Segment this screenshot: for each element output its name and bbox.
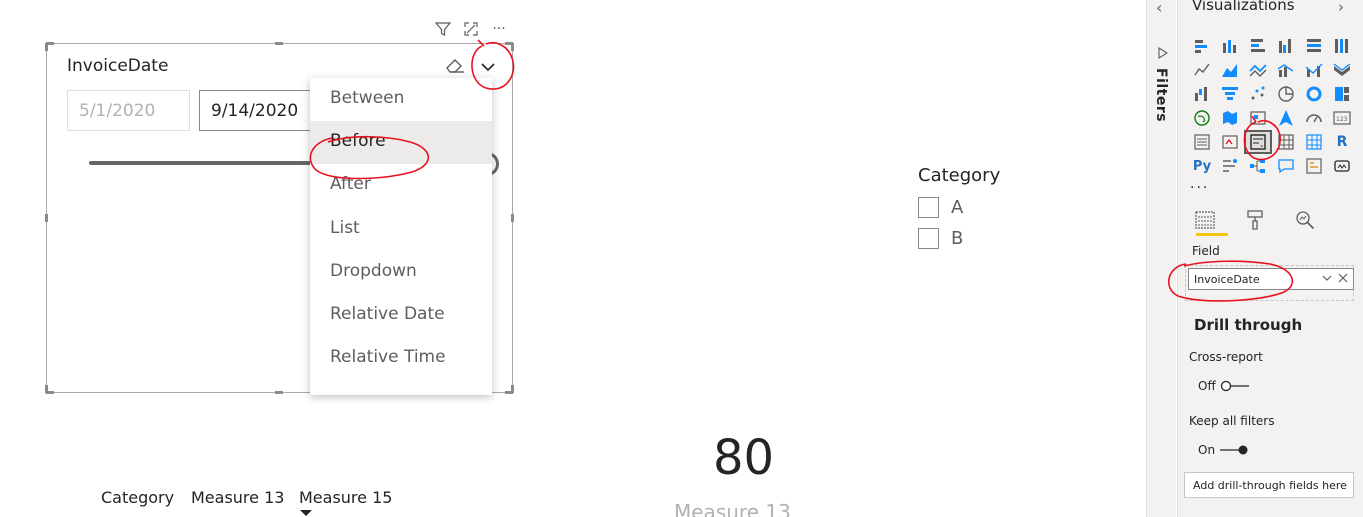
- key-influencers-icon[interactable]: [1216, 154, 1244, 178]
- svg-text:123: 123: [1336, 116, 1348, 123]
- analytics-magnifier-icon[interactable]: [1290, 205, 1320, 235]
- cross-report-toggle[interactable]: Off: [1198, 379, 1250, 393]
- resize-handle[interactable]: [511, 385, 514, 393]
- keep-all-filters-toggle[interactable]: On: [1198, 443, 1249, 457]
- checkbox[interactable]: [918, 228, 939, 249]
- dropdown-option-relative-time[interactable]: Relative Time: [310, 337, 492, 380]
- visualizations-pane: Visualizations › 123 R Py ... Field Invo…: [1167, 0, 1363, 517]
- chevron-down-icon[interactable]: [1321, 272, 1333, 284]
- category-option-a[interactable]: A: [918, 197, 963, 218]
- resize-handle[interactable]: [275, 42, 283, 45]
- report-canvas: ··· InvoiceDate 5/1/2020 9/14/2020 Betwe…: [0, 0, 1146, 517]
- table-header-category[interactable]: Category: [101, 488, 174, 507]
- stacked-column-chart-icon[interactable]: [1216, 34, 1244, 58]
- scatter-chart-icon[interactable]: [1244, 82, 1272, 106]
- slicer-mode-chevron-down-icon[interactable]: [475, 54, 501, 80]
- qa-visual-icon[interactable]: [1272, 154, 1300, 178]
- donut-chart-icon[interactable]: [1300, 82, 1328, 106]
- resize-handle[interactable]: [45, 385, 48, 393]
- line-chart-icon[interactable]: [1188, 58, 1216, 82]
- resize-handle[interactable]: [45, 43, 48, 51]
- end-date-input[interactable]: 9/14/2020: [199, 90, 319, 131]
- resize-handle[interactable]: [511, 43, 514, 51]
- shape-map-icon[interactable]: [1244, 106, 1272, 130]
- stacked-area-chart-icon[interactable]: [1244, 58, 1272, 82]
- visualizations-title: Visualizations: [1192, 0, 1295, 14]
- card-value: 80: [713, 430, 775, 486]
- pie-chart-icon[interactable]: [1272, 82, 1300, 106]
- filled-map-icon[interactable]: [1216, 106, 1244, 130]
- azure-map-icon[interactable]: [1272, 106, 1300, 130]
- focus-mode-icon[interactable]: [462, 20, 480, 38]
- area-chart-icon[interactable]: [1216, 58, 1244, 82]
- slicer-title: InvoiceDate: [67, 56, 169, 76]
- table-icon[interactable]: [1272, 130, 1300, 154]
- resize-handle[interactable]: [275, 391, 283, 394]
- collapse-arrow-icon[interactable]: ‹: [1156, 0, 1162, 17]
- decomposition-tree-icon[interactable]: [1244, 154, 1272, 178]
- dropdown-option-dropdown[interactable]: Dropdown: [310, 251, 492, 294]
- r-script-visual-icon[interactable]: R: [1328, 130, 1356, 154]
- active-tab-underline: [1196, 233, 1228, 236]
- dropdown-option-list[interactable]: List: [310, 208, 492, 251]
- card-icon[interactable]: 123: [1328, 106, 1356, 130]
- toggle-switch-on[interactable]: [1219, 444, 1249, 456]
- ribbon-chart-icon[interactable]: [1328, 58, 1356, 82]
- treemap-icon[interactable]: [1328, 82, 1356, 106]
- filter-funnel-icon: [1158, 44, 1169, 63]
- visual-type-gallery: 123 R Py: [1188, 34, 1356, 178]
- kpi-icon[interactable]: [1216, 130, 1244, 154]
- smart-narrative-icon[interactable]: [1300, 154, 1328, 178]
- fields-tab-icon[interactable]: [1190, 205, 1220, 235]
- sort-descending-icon: [300, 510, 312, 516]
- card-label: Measure 13: [674, 500, 791, 517]
- checkbox[interactable]: [918, 197, 939, 218]
- resize-handle[interactable]: [511, 214, 514, 222]
- field-well-label: Field: [1192, 244, 1220, 258]
- slicer-icon[interactable]: [1244, 130, 1272, 154]
- format-paint-roller-icon[interactable]: [1240, 205, 1270, 235]
- add-drill-through-fields-button[interactable]: Add drill-through fields here: [1184, 472, 1354, 498]
- get-more-visuals-icon[interactable]: ...: [1190, 176, 1209, 192]
- eraser-icon[interactable]: [444, 56, 466, 80]
- field-chip-invoicedate[interactable]: InvoiceDate: [1188, 268, 1354, 290]
- multi-row-card-icon[interactable]: [1188, 130, 1216, 154]
- matrix-icon[interactable]: [1300, 130, 1328, 154]
- dropdown-option-before[interactable]: Before: [310, 121, 492, 165]
- start-date-input[interactable]: 5/1/2020: [67, 90, 190, 131]
- waterfall-chart-icon[interactable]: [1188, 82, 1216, 106]
- dropdown-option-relative-date[interactable]: Relative Date: [310, 294, 492, 337]
- visual-header: ···: [434, 20, 508, 38]
- table-header-measure-15[interactable]: Measure 15: [299, 488, 392, 507]
- expand-arrow-icon[interactable]: ›: [1338, 0, 1344, 16]
- close-icon[interactable]: [1337, 272, 1349, 284]
- category-slicer-title: Category: [918, 165, 1001, 186]
- gauge-icon[interactable]: [1300, 106, 1328, 130]
- clustered-bar-chart-icon[interactable]: [1244, 34, 1272, 58]
- python-visual-icon[interactable]: Py: [1188, 154, 1216, 178]
- drill-through-title: Drill through: [1194, 316, 1303, 334]
- category-option-b[interactable]: B: [918, 228, 963, 249]
- keep-all-filters-label: Keep all filters: [1189, 414, 1275, 428]
- filter-icon[interactable]: [434, 20, 452, 38]
- resize-handle[interactable]: [45, 214, 48, 222]
- viz-pane-tabs: [1190, 205, 1320, 235]
- dropdown-option-after[interactable]: After: [310, 164, 492, 207]
- more-options-icon[interactable]: ···: [490, 20, 508, 38]
- filters-pane-label[interactable]: Filters: [1153, 68, 1169, 122]
- cross-report-label: Cross-report: [1189, 350, 1263, 364]
- line-and-clustered-column-chart-icon[interactable]: [1300, 58, 1328, 82]
- slicer-mode-dropdown: Between Before After List Dropdown Relat…: [310, 78, 492, 395]
- 100-stacked-bar-chart-icon[interactable]: [1300, 34, 1328, 58]
- toggle-switch-off[interactable]: [1220, 380, 1250, 392]
- map-icon[interactable]: [1188, 106, 1216, 130]
- funnel-chart-icon[interactable]: [1216, 82, 1244, 106]
- line-and-stacked-column-chart-icon[interactable]: [1272, 58, 1300, 82]
- table-header-measure-13[interactable]: Measure 13: [191, 488, 284, 507]
- clustered-column-chart-icon[interactable]: [1272, 34, 1300, 58]
- stacked-bar-chart-icon[interactable]: [1188, 34, 1216, 58]
- dropdown-option-between[interactable]: Between: [310, 78, 492, 121]
- 100-stacked-column-chart-icon[interactable]: [1328, 34, 1356, 58]
- paginated-report-icon[interactable]: [1328, 154, 1356, 178]
